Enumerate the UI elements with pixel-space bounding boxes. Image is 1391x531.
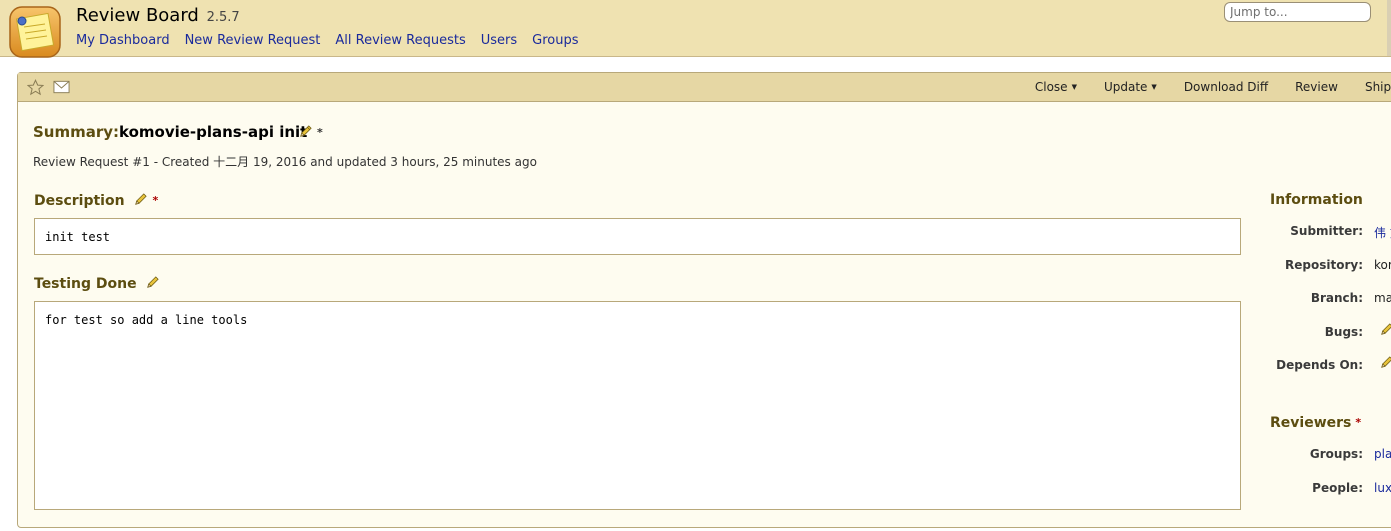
reviewers-label: Reviewers — [1270, 415, 1352, 431]
jump-to-input[interactable] — [1224, 2, 1371, 22]
action-bar: Close ▼ Update ▼ Download Diff Review Ship… — [18, 73, 1391, 102]
created-line: Review Request #1 - Created 十二月 19, 2016… — [33, 155, 537, 169]
bugs-label: Bugs: — [1324, 325, 1363, 339]
nav-groups[interactable]: Groups — [532, 33, 578, 48]
nav-users[interactable]: Users — [481, 33, 517, 48]
dropdown-arrow-icon: ▼ — [1071, 83, 1077, 91]
summary-value[interactable]: komovie-plans-api init — [119, 123, 307, 141]
review-actions: Close ▼ Update ▼ Download Diff Review Ship… — [1008, 73, 1391, 101]
pencil-icon[interactable] — [298, 124, 313, 139]
submitter-label: Submitter: — [1290, 224, 1363, 238]
pencil-icon[interactable] — [145, 275, 160, 290]
star-icon[interactable] — [27, 79, 44, 96]
dropdown-arrow-icon: ▼ — [1151, 83, 1157, 91]
depends-on-label: Depends On: — [1276, 358, 1363, 372]
groups-value[interactable]: plans — [1374, 447, 1391, 461]
repository-value: komovie — [1374, 258, 1391, 272]
pencil-icon[interactable] — [1379, 322, 1391, 337]
review-button[interactable]: Review — [1295, 80, 1338, 94]
window-edge — [1387, 0, 1391, 56]
nav-all-review-requests[interactable]: All Review Requests — [335, 33, 465, 48]
required-marker: * — [317, 126, 323, 139]
brand-name: Review Board — [76, 5, 199, 26]
people-value[interactable]: luxin — [1374, 481, 1391, 495]
summary-edit: * — [298, 124, 323, 141]
description-label: Description — [34, 193, 125, 209]
testing-done-field[interactable]: for test so add a line tools — [34, 301, 1241, 510]
groups-label: Groups: — [1309, 447, 1363, 461]
testing-done-label: Testing Done — [34, 276, 137, 292]
review-board-logo[interactable] — [8, 5, 62, 59]
nav-new-review-request[interactable]: New Review Request — [185, 33, 321, 48]
reviewers-heading: Reviewers * — [1270, 415, 1361, 431]
main-nav: My Dashboard New Review Request All Revi… — [76, 33, 579, 48]
close-menu[interactable]: Close ▼ — [1035, 80, 1077, 94]
top-header: Review Board 2.5.7 My Dashboard New Revi… — [0, 0, 1391, 59]
required-marker: * — [152, 194, 159, 207]
description-heading: Description * — [34, 192, 158, 209]
repository-label: Repository: — [1285, 258, 1363, 272]
review-request-box: Close ▼ Update ▼ Download Diff Review Ship… — [17, 72, 1391, 528]
app-title[interactable]: Review Board 2.5.7 — [76, 5, 240, 26]
update-label: Update — [1103, 80, 1148, 94]
branch-label: Branch: — [1310, 291, 1363, 305]
people-label: People: — [1312, 481, 1363, 495]
testing-done-heading: Testing Done — [34, 275, 160, 292]
pencil-icon[interactable] — [133, 192, 148, 207]
brand-version: 2.5.7 — [206, 10, 240, 25]
close-label: Close — [1034, 80, 1068, 94]
submitter-value[interactable]: 伟 刘 — [1374, 224, 1391, 241]
description-field[interactable]: init test — [34, 218, 1241, 255]
nav-my-dashboard[interactable]: My Dashboard — [76, 33, 170, 48]
information-heading: Information — [1270, 192, 1363, 208]
summary-label: Summary: — [33, 123, 120, 141]
update-menu[interactable]: Update ▼ — [1104, 80, 1157, 94]
branch-value[interactable]: master — [1374, 291, 1391, 305]
required-marker: * — [1355, 416, 1362, 429]
ship-it-button[interactable]: Ship It! — [1365, 80, 1391, 94]
mail-icon[interactable] — [53, 80, 70, 94]
download-diff-button[interactable]: Download Diff — [1184, 80, 1268, 94]
pencil-icon[interactable] — [1379, 355, 1391, 370]
